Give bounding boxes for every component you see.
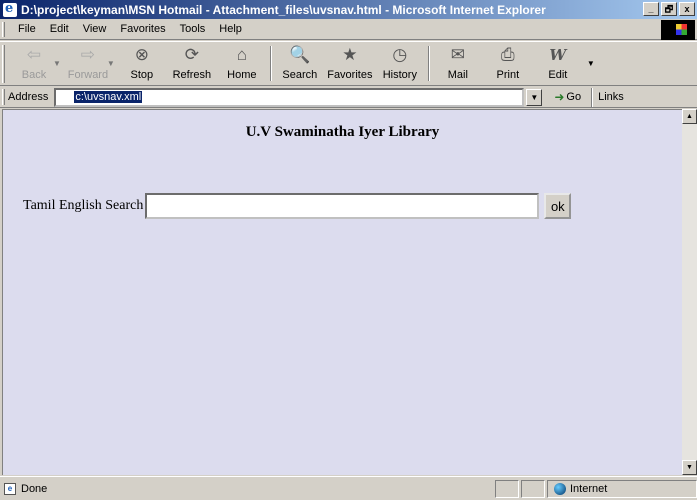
- windows-logo-throbber: [661, 20, 695, 40]
- status-text: Done: [21, 482, 48, 495]
- scroll-down-icon[interactable]: ▼: [682, 460, 697, 475]
- word-edit-icon: W: [549, 46, 567, 64]
- forward-arrow-icon: ⇨: [80, 45, 96, 64]
- home-button[interactable]: ⌂ Home: [217, 42, 267, 85]
- status-pane: [521, 480, 545, 498]
- back-dropdown-icon[interactable]: ▼: [53, 59, 61, 68]
- stop-button[interactable]: ⊗ Stop: [117, 42, 167, 85]
- search-button[interactable]: 🔍 Search: [275, 42, 325, 85]
- forward-label: Forward: [67, 69, 109, 81]
- back-label: Back: [21, 69, 47, 81]
- mail-label: Mail: [447, 69, 468, 81]
- menu-file[interactable]: File: [11, 23, 43, 35]
- ie-icon: [3, 1, 17, 17]
- print-label: Print: [496, 69, 520, 81]
- mail-icon: ✉: [450, 45, 465, 64]
- home-label: Home: [227, 69, 257, 81]
- minimize-button[interactable]: _: [643, 2, 659, 16]
- menu-favorites[interactable]: Favorites: [113, 23, 172, 35]
- address-dropdown-icon[interactable]: ▼: [526, 88, 543, 106]
- favorites-button[interactable]: ★ Favorites: [325, 42, 375, 85]
- forward-button[interactable]: ⇨ Forward: [63, 42, 113, 85]
- refresh-icon: ⟳: [184, 45, 199, 64]
- history-label: History: [382, 69, 417, 81]
- search-label: Tamil English Search: [23, 198, 144, 213]
- maximize-button[interactable]: 🗗: [661, 2, 677, 16]
- stop-icon: ⊗: [134, 45, 149, 64]
- toolbar-separator: [269, 46, 272, 81]
- ok-button[interactable]: ok: [544, 193, 572, 219]
- favorites-icon: ★: [342, 45, 358, 64]
- address-value: c:\uvsnav.xml: [74, 91, 143, 103]
- printer-icon: ⎙: [501, 45, 515, 64]
- stop-label: Stop: [130, 69, 154, 81]
- go-arrow-icon: ➜: [554, 90, 565, 104]
- print-button[interactable]: ⎙ Print: [483, 42, 533, 85]
- toolbar-separator: [427, 46, 430, 81]
- menu-bar: File Edit View Favorites Tools Help: [0, 19, 697, 40]
- window-title: D:\project\keyman\MSN Hotmail - Attachme…: [21, 2, 546, 17]
- address-bar: Address c:\uvsnav.xml ▼ ➜ Go Links: [0, 87, 697, 108]
- go-button[interactable]: ➜ Go: [548, 90, 587, 104]
- menu-help[interactable]: Help: [212, 23, 249, 35]
- window-titlebar[interactable]: D:\project\keyman\MSN Hotmail - Attachme…: [0, 0, 697, 19]
- go-label: Go: [566, 91, 582, 103]
- menu-grip[interactable]: [2, 21, 5, 37]
- mail-button[interactable]: ✉ Mail: [433, 42, 483, 85]
- scroll-up-icon[interactable]: ▲: [682, 109, 697, 124]
- status-bar: e Done Internet: [0, 476, 697, 500]
- address-label: Address: [8, 91, 49, 103]
- search-icon: 🔍: [289, 45, 311, 64]
- home-icon: ⌂: [236, 45, 247, 64]
- toolbar-grip[interactable]: [2, 45, 5, 83]
- zone-label: Internet: [570, 483, 608, 495]
- back-button[interactable]: ⇦ Back: [9, 42, 59, 85]
- history-button[interactable]: ◷ History: [375, 42, 425, 85]
- back-arrow-icon: ⇦: [26, 45, 42, 64]
- edit-button[interactable]: W Edit: [533, 42, 583, 85]
- edit-label: Edit: [548, 69, 568, 81]
- history-icon: ◷: [392, 45, 408, 64]
- search-form: Tamil English Search ok: [23, 193, 572, 219]
- page-title: U.V Swaminatha Iyer Library: [245, 124, 440, 140]
- standard-toolbar: ⇦ Back ▼ ⇨ Forward ▼ ⊗ Stop ⟳ Refresh ⌂ …: [0, 41, 697, 86]
- forward-dropdown-icon[interactable]: ▼: [107, 59, 115, 68]
- address-input[interactable]: c:\uvsnav.xml: [54, 87, 525, 107]
- search-input[interactable]: [145, 193, 540, 219]
- menu-tools[interactable]: Tools: [173, 23, 213, 35]
- menu-view[interactable]: View: [76, 23, 114, 35]
- security-zone[interactable]: Internet: [547, 480, 697, 498]
- window-controls: _ 🗗 x: [643, 2, 695, 16]
- close-button[interactable]: x: [679, 2, 695, 16]
- refresh-button[interactable]: ⟳ Refresh: [167, 42, 217, 85]
- vertical-scrollbar[interactable]: ▲ ▼: [682, 109, 697, 475]
- search-label: Search: [282, 69, 318, 81]
- status-panes: Internet: [495, 480, 697, 498]
- address-grip[interactable]: [2, 89, 5, 105]
- page-status-icon: e: [4, 482, 16, 495]
- links-button[interactable]: Links: [591, 87, 624, 107]
- globe-icon: [554, 483, 566, 495]
- menu-edit[interactable]: Edit: [43, 23, 76, 35]
- favorites-label: Favorites: [327, 69, 373, 81]
- status-pane: [495, 480, 519, 498]
- refresh-label: Refresh: [172, 69, 212, 81]
- page-content: U.V Swaminatha Iyer Library Tamil Englis…: [2, 109, 682, 475]
- toolbar-more-icon[interactable]: ▼: [587, 59, 595, 68]
